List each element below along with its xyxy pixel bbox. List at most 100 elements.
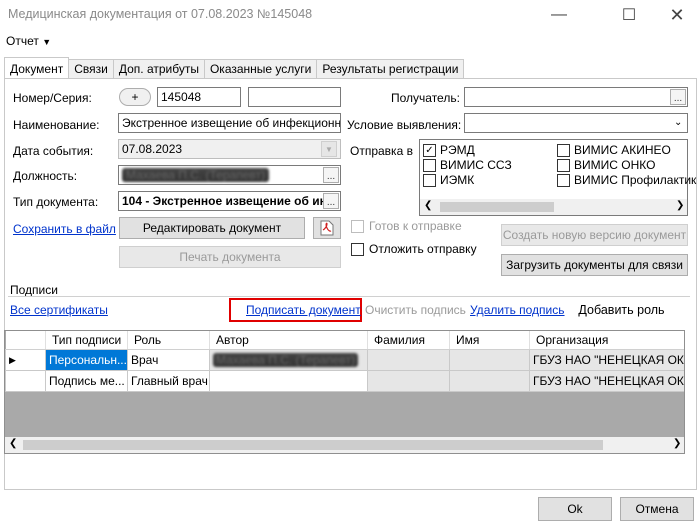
doctype-browse-icon[interactable]: ... [323, 193, 339, 209]
send-item-vimis-prof[interactable]: ВИМИС Профилактик [557, 173, 696, 187]
recipient-field[interactable] [464, 87, 688, 107]
organization-cell[interactable]: ГБУЗ НАО "НЕНЕЦКАЯ ОК... [529, 370, 684, 392]
clear-signature-link[interactable]: Очистить подпись [365, 303, 466, 317]
table-row[interactable]: ▶ Персональн... Врач Махаева П.С. (Терап… [5, 349, 684, 371]
signatures-title: Подписи [10, 283, 58, 297]
table-header: Тип подписи Роль Автор Фамилия Имя Орган… [5, 331, 684, 350]
send-item-vimis-akineo[interactable]: ВИМИС АКИНЕО [557, 143, 671, 157]
author-cell[interactable]: Махаева П.С. (Терапевт) [209, 349, 368, 371]
name-label: Наименование: [13, 118, 100, 132]
column-header[interactable]: Имя [449, 331, 530, 350]
tab-strip: Документ Связи Доп. атрибуты Оказанные у… [4, 57, 465, 79]
recipient-label: Получатель: [391, 91, 460, 105]
signatures-grid: Тип подписи Роль Автор Фамилия Имя Орган… [4, 330, 685, 454]
signatures-table: Тип подписи Роль Автор Фамилия Имя Орган… [5, 331, 684, 392]
maximize-icon[interactable]: ☐ [606, 0, 652, 30]
send-item-label: РЭМД [440, 143, 475, 157]
ready-to-send-option: Готов к отправке [351, 219, 462, 233]
name-field[interactable]: Экстренное извещение об инфекционном заб [118, 113, 341, 133]
surname-cell[interactable] [367, 370, 450, 392]
author-cell[interactable] [209, 370, 368, 392]
load-docs-button[interactable]: Загрузить документы для связи [501, 254, 688, 276]
edit-document-button[interactable]: Редактировать документ [119, 217, 305, 239]
number-label: Номер/Серия: [13, 91, 92, 105]
send-item-iemk[interactable]: ИЭМК [423, 173, 474, 187]
minimize-icon[interactable]: — [536, 0, 582, 30]
send-item-label: ИЭМК [440, 173, 475, 187]
signatures-divider [8, 296, 690, 297]
role-cell[interactable]: Врач [127, 349, 210, 371]
postpone-send-option[interactable]: Отложить отправку [351, 242, 477, 256]
position-field[interactable]: Махаева П.С. (Терапевт) [118, 165, 341, 185]
checkbox[interactable] [557, 143, 570, 157]
print-document-button[interactable]: Печать документа [119, 246, 341, 268]
tab-registration-results[interactable]: Результаты регистрации [316, 59, 465, 78]
signature-type-cell[interactable]: Персональн... [45, 349, 128, 371]
tab-services[interactable]: Оказанные услуги [203, 59, 318, 78]
chevron-down-icon: ⌄ [674, 117, 683, 128]
checkbox-checked[interactable]: ✓ [423, 143, 436, 157]
calendar-dropdown-icon: ▼ [321, 141, 337, 157]
column-header[interactable]: Автор [209, 331, 368, 350]
grid-horizontal-scrollbar[interactable]: ❮ ❯ [5, 437, 684, 453]
column-header[interactable]: Организация [529, 331, 684, 350]
scroll-thumb[interactable] [440, 202, 554, 212]
doctype-field[interactable]: 104 - Экстренное извещение об ин [118, 191, 341, 211]
close-icon[interactable]: ✕ [654, 0, 700, 30]
add-number-button[interactable]: + [119, 88, 151, 106]
table-row[interactable]: Подпись ме... Главный врач ГБУЗ НАО "НЕН… [5, 370, 684, 392]
scroll-left-icon[interactable]: ❮ [9, 438, 17, 449]
checkbox[interactable] [557, 173, 570, 187]
position-label: Должность: [13, 169, 78, 183]
column-header[interactable]: Фамилия [367, 331, 450, 350]
firstname-cell[interactable] [449, 370, 530, 392]
sign-document-link[interactable]: Подписать документ [246, 303, 361, 317]
surname-cell[interactable] [367, 349, 450, 371]
send-item-vimis-onko[interactable]: ВИМИС ОНКО [557, 158, 655, 172]
send-item-label: ВИМИС ОНКО [574, 158, 656, 172]
column-header[interactable]: Роль [127, 331, 210, 350]
send-item-remd[interactable]: ✓ РЭМД [423, 143, 475, 157]
tab-attributes[interactable]: Доп. атрибуты [112, 59, 205, 78]
send-to-label: Отправка в [350, 144, 413, 158]
recipient-browse-icon[interactable]: ... [670, 89, 686, 105]
signature-type-cell[interactable]: Подпись ме... [45, 370, 128, 392]
series-field[interactable] [248, 87, 341, 107]
row-indicator [5, 370, 46, 392]
checkbox[interactable] [351, 242, 364, 256]
checkbox[interactable] [557, 158, 570, 172]
cancel-button[interactable]: Отмена [620, 497, 694, 521]
organization-cell[interactable]: ГБУЗ НАО "НЕНЕЦКАЯ ОК... [529, 349, 684, 371]
date-value: 07.08.2023 [122, 142, 183, 156]
save-to-file-link[interactable]: Сохранить в файл [13, 222, 116, 236]
scroll-thumb[interactable] [23, 440, 603, 450]
send-item-label: ВИМИС ССЗ [440, 158, 512, 172]
scroll-right-icon[interactable]: ❯ [676, 200, 684, 211]
condition-select[interactable] [464, 113, 688, 133]
tab-document[interactable]: Документ [4, 57, 70, 78]
report-menu[interactable]: Отчет ▼ [6, 34, 51, 48]
current-row-icon: ▶ [5, 349, 46, 371]
all-certificates-link[interactable]: Все сертификаты [10, 303, 108, 317]
doctype-label: Тип документа: [13, 195, 99, 209]
author-value: Махаева П.С. (Терапевт) [213, 353, 359, 367]
position-browse-icon[interactable]: ... [323, 167, 339, 183]
checkbox[interactable] [423, 158, 436, 172]
role-cell[interactable]: Главный врач [127, 370, 210, 392]
column-header[interactable]: Тип подписи [45, 331, 128, 350]
scroll-left-icon[interactable]: ❮ [424, 200, 432, 211]
checkbox[interactable] [423, 173, 436, 187]
send-list-scrollbar[interactable]: ❮ ❯ [420, 199, 687, 215]
firstname-cell[interactable] [449, 349, 530, 371]
scroll-right-icon[interactable]: ❯ [673, 438, 681, 449]
send-item-vimis-ssz[interactable]: ВИМИС ССЗ [423, 158, 512, 172]
pdf-export-button[interactable] [313, 217, 341, 239]
create-new-version-button[interactable]: Создать новую версию документ [501, 224, 688, 246]
add-role-button[interactable]: Добавить роль [568, 298, 675, 322]
ok-button[interactable]: Ok [538, 497, 612, 521]
number-field[interactable]: 145048 [157, 87, 241, 107]
report-menu-label: Отчет [6, 34, 39, 48]
ready-label: Готов к отправке [369, 219, 462, 233]
tab-links[interactable]: Связи [68, 59, 114, 78]
delete-signature-link[interactable]: Удалить подпись [470, 303, 565, 317]
